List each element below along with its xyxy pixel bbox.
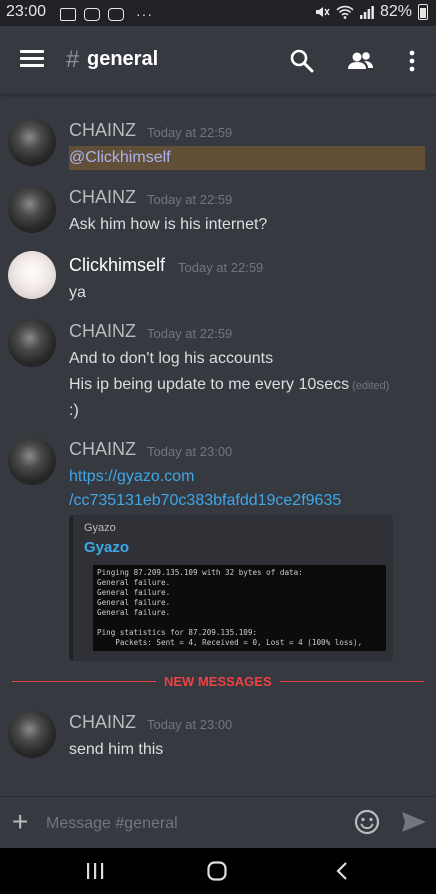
username[interactable]: CHAINZ xyxy=(69,439,136,460)
twitch-notification-icon xyxy=(84,7,100,21)
username[interactable]: CHAINZ xyxy=(69,120,136,141)
username[interactable]: CHAINZ xyxy=(69,187,136,208)
avatar[interactable] xyxy=(8,437,56,485)
message-text: send him this xyxy=(69,741,164,758)
home-icon[interactable] xyxy=(206,860,228,882)
mute-icon xyxy=(315,7,330,17)
status-bar: 23:00 ··· 82% xyxy=(0,0,436,26)
notification-icons: ··· xyxy=(60,6,153,22)
system-nav-bar xyxy=(0,848,436,894)
username[interactable]: CHAINZ xyxy=(69,321,136,342)
channel-header: # general xyxy=(0,26,436,94)
message-composer: + xyxy=(0,796,436,849)
username[interactable]: Clickhimself xyxy=(69,255,165,276)
message-text-line: His ip being update to me every 10secs (e… xyxy=(69,376,389,394)
embed-title[interactable]: Gyazo xyxy=(84,539,129,556)
avatar[interactable] xyxy=(8,185,56,233)
timestamp: Today at 22:59 xyxy=(147,326,233,341)
emoji-icon[interactable] xyxy=(354,809,380,835)
avatar[interactable] xyxy=(8,118,56,166)
avatar[interactable] xyxy=(8,319,56,367)
message-text: His ip being update to me every 10secs xyxy=(69,376,350,393)
embed-image[interactable]: Pinging 87.209.135.109 with 32 bytes of … xyxy=(93,565,386,651)
channel-title: general xyxy=(87,48,159,70)
avatar[interactable] xyxy=(8,710,56,758)
channel-hash-icon: # xyxy=(66,46,80,73)
message-input[interactable] xyxy=(46,813,336,835)
youtube-notification-icon xyxy=(108,7,124,21)
link-embed: Gyazo Gyazo Pinging 87.209.135.109 with … xyxy=(69,515,393,661)
more-options-icon[interactable] xyxy=(400,48,424,74)
timestamp: Today at 23:00 xyxy=(147,717,233,732)
new-messages-label: NEW MESSAGES xyxy=(156,674,280,689)
more-notifications-icon: ··· xyxy=(136,6,153,22)
message-link-continued[interactable]: /cc735131eb70c383bfafdd19ce2f9635 xyxy=(69,492,341,510)
message-text: ya xyxy=(69,284,86,301)
gallery-notification-icon xyxy=(60,7,76,21)
recent-apps-icon[interactable] xyxy=(84,860,106,882)
status-time: 23:00 xyxy=(6,3,47,20)
timestamp: Today at 22:59 xyxy=(178,260,264,275)
send-icon[interactable] xyxy=(400,810,428,834)
timestamp: Today at 22:59 xyxy=(147,125,233,140)
battery-percent: 82% xyxy=(379,3,412,20)
battery-icon xyxy=(418,4,428,20)
back-icon[interactable] xyxy=(332,860,354,882)
members-icon[interactable] xyxy=(346,48,376,74)
message-text: Ask him how is his internet? xyxy=(69,216,268,233)
edited-label: (edited) xyxy=(352,380,390,392)
wifi-icon xyxy=(336,5,354,19)
avatar[interactable] xyxy=(8,251,56,299)
add-attachment-button[interactable]: + xyxy=(12,806,28,838)
message-text: And to don't log his accounts xyxy=(69,350,274,367)
embed-provider: Gyazo xyxy=(84,522,116,534)
message-link[interactable]: https://gyazo.com xyxy=(69,468,194,486)
signal-icon xyxy=(359,6,374,19)
search-icon[interactable] xyxy=(289,48,315,74)
timestamp: Today at 22:59 xyxy=(147,192,233,207)
menu-icon[interactable] xyxy=(20,50,44,68)
username[interactable]: CHAINZ xyxy=(69,712,136,733)
user-mention[interactable]: @Clickhimself xyxy=(69,149,171,167)
timestamp: Today at 23:00 xyxy=(147,444,233,459)
status-right: 82% xyxy=(314,3,428,21)
message-text: :) xyxy=(69,402,79,419)
